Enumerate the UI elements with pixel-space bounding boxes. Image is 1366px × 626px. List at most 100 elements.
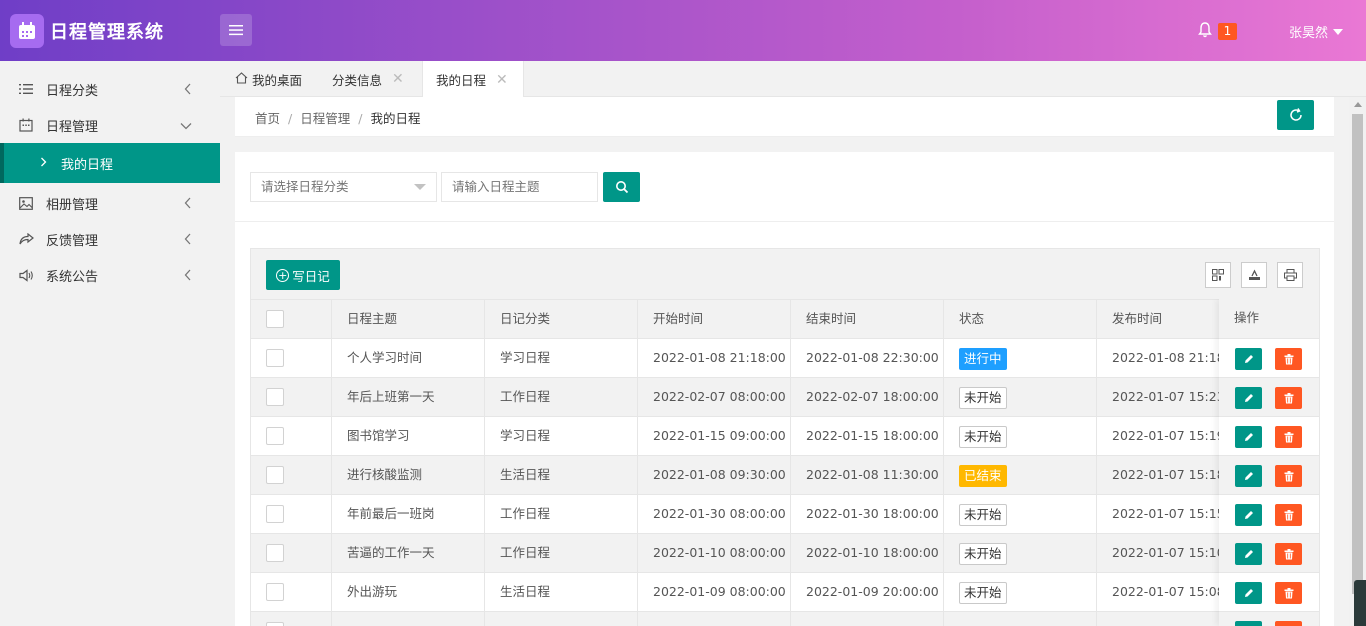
header-category[interactable]: 日记分类: [485, 300, 638, 338]
sidebar-item-feedback[interactable]: 反馈管理: [0, 221, 220, 257]
table-row[interactable]: 年前最后一班岗 工作日程 2022-01-30 08:00:00 2022-01-30…: [251, 494, 1319, 533]
scroll-up-icon[interactable]: [1354, 102, 1362, 107]
cell-end-time: 2022-01-10 18:00:00: [791, 534, 944, 572]
scrollbar-thumb[interactable]: [1352, 114, 1363, 594]
pencil-icon: [1244, 433, 1253, 441]
caret-down-icon: [414, 184, 426, 190]
row-checkbox-cell: [251, 417, 332, 455]
delete-button[interactable]: [1275, 621, 1302, 626]
edit-button[interactable]: [1235, 543, 1262, 565]
status-badge: 未开始: [959, 542, 1007, 565]
breadcrumb-home[interactable]: 首页: [255, 111, 280, 126]
floating-widget[interactable]: [1354, 580, 1366, 626]
table-row[interactable]: [251, 611, 1319, 626]
tab-desktop[interactable]: 我的桌面: [235, 61, 302, 97]
operation-cell: [1219, 455, 1319, 494]
print-button[interactable]: [1277, 262, 1303, 288]
bell-icon[interactable]: [1198, 22, 1212, 42]
row-checkbox[interactable]: [266, 505, 284, 523]
row-checkbox[interactable]: [266, 349, 284, 367]
close-icon[interactable]: ✕: [392, 71, 404, 87]
operation-cell: [1219, 338, 1319, 377]
title-search-input[interactable]: 请输入日程主题: [441, 172, 598, 202]
edit-button[interactable]: [1235, 348, 1262, 370]
sidebar-item-label: 日程分类: [46, 83, 99, 99]
row-checkbox[interactable]: [266, 622, 284, 626]
tab-bar: 我的桌面 分类信息 ✕ 我的日程 ✕: [220, 61, 1366, 98]
status-badge: 进行中: [959, 347, 1007, 370]
cell-status: 未开始: [944, 495, 1097, 533]
cell-category: 学习日程: [485, 417, 638, 455]
table-row[interactable]: 图书馆学习 学习日程 2022-01-15 09:00:00 2022-01-15 1…: [251, 416, 1319, 455]
row-checkbox[interactable]: [266, 583, 284, 601]
table-row[interactable]: 外出游玩 生活日程 2022-01-09 08:00:00 2022-01-09 20…: [251, 572, 1319, 611]
page-scrollbar[interactable]: [1349, 97, 1366, 626]
close-icon[interactable]: ✕: [496, 72, 508, 88]
export-button[interactable]: [1241, 262, 1267, 288]
table-row[interactable]: 进行核酸监测 生活日程 2022-01-08 09:30:00 2022-01-08 …: [251, 455, 1319, 494]
table-row[interactable]: 苦逼的工作一天 工作日程 2022-01-10 08:00:00 2022-01-10…: [251, 533, 1319, 572]
cell-end-time: 2022-01-30 18:00:00: [791, 495, 944, 533]
row-checkbox[interactable]: [266, 466, 284, 484]
sidebar-item-my-schedule[interactable]: 我的日程: [0, 143, 220, 183]
edit-button[interactable]: [1235, 426, 1262, 448]
cell-start-time: [638, 612, 791, 626]
user-menu[interactable]: 张昊然: [1289, 22, 1344, 41]
sidebar-item-label: 我的日程: [61, 157, 114, 173]
sidebar-item-category[interactable]: 日程分类: [0, 71, 220, 107]
edit-button[interactable]: [1235, 582, 1262, 604]
cell-status: 未开始: [944, 417, 1097, 455]
status-badge: 未开始: [959, 581, 1007, 604]
delete-button[interactable]: [1275, 582, 1302, 604]
delete-button[interactable]: [1275, 387, 1302, 409]
header-status[interactable]: 状态: [944, 300, 1097, 338]
pencil-icon: [1244, 355, 1253, 363]
table-row[interactable]: 个人学习时间 学习日程 2022-01-08 21:18:00 2022-01-08 …: [251, 338, 1319, 377]
chevron-left-icon: [184, 83, 192, 99]
edit-button[interactable]: [1235, 465, 1262, 487]
select-all-checkbox[interactable]: [266, 310, 284, 328]
columns-filter-button[interactable]: [1205, 262, 1231, 288]
sidebar-item-album[interactable]: 相册管理: [0, 185, 220, 221]
refresh-icon: [1289, 108, 1302, 121]
table-panel: + 写日记 日程主题 日记分类 开始时间 结束时间 状态 发布时间 个人学习时间…: [235, 222, 1334, 626]
sidebar-item-label: 系统公告: [46, 269, 99, 285]
trash-icon: [1284, 509, 1293, 520]
breadcrumb-parent[interactable]: 日程管理: [300, 111, 350, 126]
delete-button[interactable]: [1275, 504, 1302, 526]
edit-button[interactable]: [1235, 621, 1262, 626]
status-badge: 未开始: [959, 425, 1007, 448]
edit-button[interactable]: [1235, 504, 1262, 526]
sidebar-item-schedule[interactable]: 日程管理: [0, 107, 220, 143]
refresh-button[interactable]: [1277, 100, 1314, 130]
edit-button[interactable]: [1235, 387, 1262, 409]
cell-status: 未开始: [944, 534, 1097, 572]
delete-button[interactable]: [1275, 426, 1302, 448]
menu-toggle-button[interactable]: [220, 14, 252, 46]
category-select[interactable]: 请选择日程分类: [250, 172, 437, 202]
row-checkbox[interactable]: [266, 388, 284, 406]
row-checkbox[interactable]: [266, 544, 284, 562]
status-badge: 已结束: [959, 464, 1007, 487]
delete-button[interactable]: [1275, 465, 1302, 487]
row-checkbox[interactable]: [266, 427, 284, 445]
notification-badge[interactable]: 1: [1218, 23, 1237, 40]
sidebar-item-notice[interactable]: 系统公告: [0, 257, 220, 293]
header-end-time[interactable]: 结束时间: [791, 300, 944, 338]
chevron-left-icon: [184, 233, 192, 249]
app-title: 日程管理系统: [50, 22, 164, 43]
header-title[interactable]: 日程主题: [332, 300, 485, 338]
cell-category: [485, 612, 638, 626]
header-operation: 操作: [1234, 310, 1260, 325]
delete-button[interactable]: [1275, 348, 1302, 370]
delete-button[interactable]: [1275, 543, 1302, 565]
search-button[interactable]: [603, 172, 640, 202]
header-start-time[interactable]: 开始时间: [638, 300, 791, 338]
chevron-left-icon: [184, 269, 192, 285]
write-diary-button[interactable]: + 写日记: [266, 260, 340, 290]
tab-my-schedule[interactable]: 我的日程 ✕: [422, 61, 524, 98]
header-published[interactable]: 发布时间: [1097, 300, 1227, 338]
tab-category-info[interactable]: 分类信息 ✕: [332, 61, 404, 97]
table-row[interactable]: 年后上班第一天 工作日程 2022-02-07 08:00:00 2022-02-07…: [251, 377, 1319, 416]
tab-label: 分类信息: [332, 72, 383, 88]
